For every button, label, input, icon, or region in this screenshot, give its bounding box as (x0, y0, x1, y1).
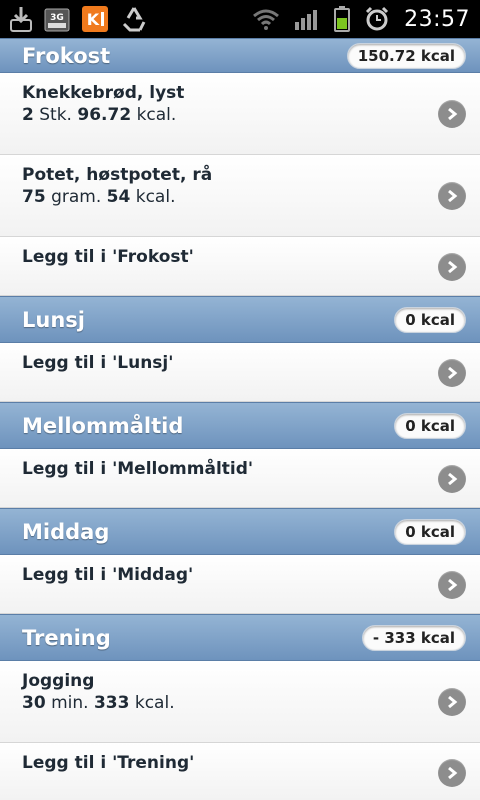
battery-icon (334, 6, 351, 32)
chevron-right-icon[interactable] (438, 759, 466, 787)
signal-icon (294, 8, 320, 30)
kcal-badge: - 333 kcal (361, 624, 466, 651)
item-detail: 30 min. 333 kcal. (22, 693, 175, 713)
item-name: Jogging (22, 671, 95, 691)
svg-text:K: K (87, 10, 100, 29)
list-item-potet[interactable]: Potet, høstpotet, rå 75 gram. 54 kcal. (0, 155, 480, 237)
section-title: Trening (22, 625, 111, 650)
list-item-knekkebrod[interactable]: Knekkebrød, lyst 2 Stk. 96.72 kcal. (0, 73, 480, 155)
chevron-right-icon[interactable] (438, 253, 466, 281)
alarm-icon (364, 6, 390, 32)
app-k-icon: K (82, 6, 108, 32)
item-detail: 75 gram. 54 kcal. (22, 187, 176, 207)
section-title: Lunsj (22, 307, 85, 332)
recycle-icon (120, 6, 148, 32)
section-title: Middag (22, 519, 110, 544)
download-icon (10, 6, 32, 32)
kcal-badge: 0 kcal (394, 518, 466, 545)
add-label: Legg til i 'Frokost' (22, 247, 194, 267)
svg-text:3G: 3G (50, 13, 64, 23)
add-label: Legg til i 'Middag' (22, 565, 194, 585)
section-header-trening: Trening - 333 kcal (0, 614, 480, 661)
section-header-frokost: Frokost 150.72 kcal (0, 38, 480, 73)
chevron-right-icon[interactable] (438, 465, 466, 493)
chevron-right-icon[interactable] (438, 100, 466, 128)
chevron-right-icon[interactable] (438, 571, 466, 599)
section-header-middag: Middag 0 kcal (0, 508, 480, 555)
wifi-icon (252, 8, 280, 30)
add-to-mellommaltid-item[interactable]: Legg til i 'Mellommåltid' (0, 449, 480, 508)
add-to-lunsj-item[interactable]: Legg til i 'Lunsj' (0, 343, 480, 402)
kcal-badge: 150.72 kcal (346, 42, 466, 69)
clock-time: 23:57 (404, 6, 470, 32)
add-to-middag-item[interactable]: Legg til i 'Middag' (0, 555, 480, 614)
add-label: Legg til i 'Lunsj' (22, 353, 174, 373)
add-to-frokost-item[interactable]: Legg til i 'Frokost' (0, 237, 480, 296)
kcal-badge: 0 kcal (394, 412, 466, 439)
item-name: Potet, høstpotet, rå (22, 165, 213, 185)
item-detail: 2 Stk. 96.72 kcal. (22, 105, 177, 125)
add-label: Legg til i 'Trening' (22, 753, 195, 773)
section-title: Frokost (22, 43, 111, 68)
3g-icon: 3G (44, 6, 70, 32)
section-header-mellommaltid: Mellommåltid 0 kcal (0, 402, 480, 449)
item-name: Knekkebrød, lyst (22, 83, 185, 103)
status-bar: 3G K 23:57 (0, 0, 480, 38)
chevron-right-icon[interactable] (438, 688, 466, 716)
list-item-jogging[interactable]: Jogging 30 min. 333 kcal. (0, 661, 480, 743)
chevron-right-icon[interactable] (438, 182, 466, 210)
chevron-right-icon[interactable] (438, 359, 466, 387)
section-header-lunsj: Lunsj 0 kcal (0, 296, 480, 343)
meal-list[interactable]: Frokost 150.72 kcal Knekkebrød, lyst 2 S… (0, 38, 480, 800)
section-title: Mellommåltid (22, 413, 184, 438)
add-label: Legg til i 'Mellommåltid' (22, 459, 254, 479)
add-to-trening-item[interactable]: Legg til i 'Trening' (0, 743, 480, 800)
kcal-badge: 0 kcal (394, 306, 466, 333)
